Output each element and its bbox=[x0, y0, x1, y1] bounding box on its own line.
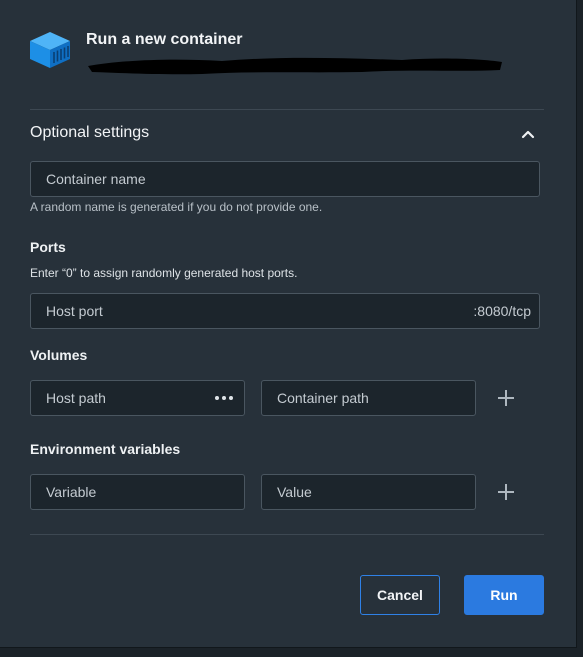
variable-placeholder: Variable bbox=[46, 484, 97, 500]
container-cube-icon bbox=[30, 32, 70, 68]
add-env-variable-plus-icon[interactable] bbox=[495, 481, 517, 503]
cancel-button[interactable]: Cancel bbox=[360, 575, 440, 615]
run-button[interactable]: Run bbox=[464, 575, 544, 615]
host-port-placeholder: Host port bbox=[46, 303, 103, 319]
environment-variables-label: Environment variables bbox=[30, 441, 181, 457]
dialog-header: Run a new container bbox=[28, 28, 548, 78]
container-name-placeholder: Container name bbox=[46, 171, 146, 187]
host-path-input[interactable]: Host path bbox=[30, 380, 245, 416]
host-path-placeholder: Host path bbox=[46, 390, 106, 406]
value-placeholder: Value bbox=[277, 484, 312, 500]
chevron-up-icon[interactable] bbox=[519, 126, 537, 142]
container-port-suffix: :8080/tcp bbox=[473, 303, 531, 319]
redaction-mark bbox=[88, 57, 502, 75]
value-input[interactable]: Value bbox=[261, 474, 476, 510]
ports-help: Enter “0” to assign randomly generated h… bbox=[30, 266, 298, 280]
add-volume-plus-icon[interactable] bbox=[495, 387, 517, 409]
variable-input[interactable]: Variable bbox=[30, 474, 245, 510]
volumes-label: Volumes bbox=[30, 347, 88, 363]
header-divider bbox=[30, 109, 544, 110]
footer-divider bbox=[30, 534, 544, 535]
container-path-placeholder: Container path bbox=[277, 390, 369, 406]
optional-settings-title: Optional settings bbox=[30, 124, 150, 141]
run-container-dialog: Run a new container Optional settings Co… bbox=[0, 0, 577, 648]
host-port-input[interactable]: Host port :8080/tcp bbox=[30, 293, 540, 329]
container-name-help: A random name is generated if you do not… bbox=[30, 200, 323, 214]
ports-label: Ports bbox=[30, 239, 66, 255]
more-dots-icon[interactable] bbox=[214, 390, 234, 406]
container-path-input[interactable]: Container path bbox=[261, 380, 476, 416]
container-name-input[interactable]: Container name bbox=[30, 161, 540, 197]
